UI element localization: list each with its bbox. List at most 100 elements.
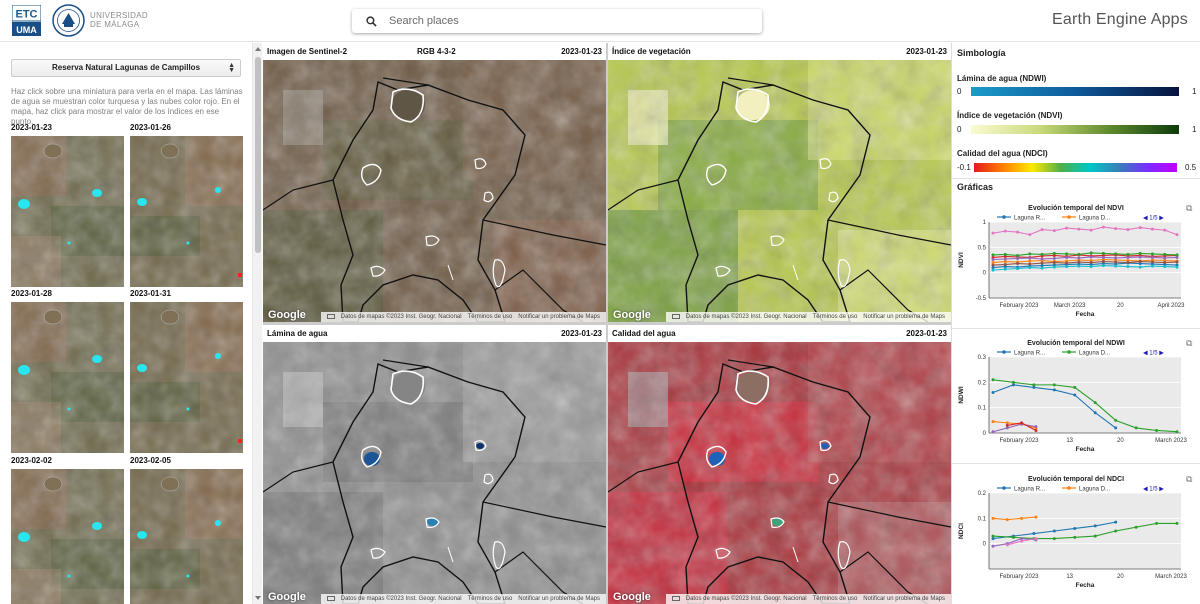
- thumbnail-item[interactable]: 2023-01-28: [11, 289, 124, 453]
- legend-label-ndwi: Lámina de agua (NDWI): [957, 74, 1047, 83]
- chart-ndci[interactable]: Evolución temporal del NDCI Laguna R... La…: [955, 471, 1197, 591]
- scroll-down-icon[interactable]: [255, 596, 261, 600]
- keyboard-icon[interactable]: [326, 595, 335, 601]
- map-title: Lámina de agua: [267, 329, 328, 338]
- data-point: [1077, 264, 1081, 268]
- thumbnail-item[interactable]: 2023-02-02: [11, 456, 124, 604]
- right-panel: Simbología Lámina de agua (NDWI) 0 1 Índ…: [951, 43, 1200, 604]
- expand-chart-icon[interactable]: ⧉: [1186, 338, 1192, 349]
- map-title: Imagen de Sentinel-2: [267, 47, 348, 56]
- terms-link[interactable]: Términos de uso: [813, 314, 858, 320]
- legend-entry: Laguna D...: [1079, 487, 1110, 493]
- thumbnail-image[interactable]: [11, 136, 124, 287]
- thumbnail-image[interactable]: [11, 302, 124, 453]
- map-canvas[interactable]: [263, 60, 606, 322]
- map-date: 2023-01-23: [906, 47, 947, 56]
- map-date: 2023-01-23: [561, 47, 602, 56]
- legend-max: 1: [1192, 87, 1197, 96]
- thumbnail-date: 2023-01-26: [130, 123, 171, 132]
- data-point: [1020, 516, 1024, 520]
- y-tick-label: -0.5: [976, 296, 987, 302]
- data-point: [1155, 521, 1159, 525]
- report-link[interactable]: Notificar un problema de Maps: [518, 314, 600, 320]
- keyboard-icon[interactable]: [671, 595, 680, 601]
- data-point: [1089, 228, 1093, 232]
- legend-page: ◀ 1/5 ▶: [1143, 487, 1164, 493]
- x-tick-label: February 2023: [999, 303, 1039, 309]
- map-canvas[interactable]: [263, 342, 606, 604]
- map-footer: Google Datos de mapas ©2023 Inst. Geogr.…: [608, 309, 951, 322]
- legend-label-ndvi: Índice de vegetación (NDVI): [957, 111, 1063, 120]
- y-tick-label: 0: [983, 542, 987, 548]
- data-point: [1150, 227, 1154, 231]
- y-tick-label: 0.2: [978, 491, 987, 497]
- expand-chart-icon[interactable]: ⧉: [1186, 474, 1192, 485]
- area-select-value: Reserva Natural Lagunas de Campillos: [51, 63, 201, 72]
- thumbnail-image[interactable]: [130, 136, 243, 287]
- map-title: Calidad del agua: [612, 329, 676, 338]
- help-text: Haz click sobre una miniatura para verla…: [11, 87, 243, 126]
- map-panel-ndwi[interactable]: Lámina de agua 2023-01-23 Google Datos d…: [263, 325, 606, 604]
- map-panel-sentinel[interactable]: Imagen de Sentinel-2 RGB 4-3-2 2023-01-2…: [263, 43, 606, 322]
- legend-min: 0: [957, 125, 962, 134]
- y-tick-label: 0.1: [978, 406, 987, 412]
- data-point: [1020, 539, 1024, 543]
- scroll-up-icon[interactable]: [255, 47, 261, 51]
- thumbnail-image[interactable]: [130, 302, 243, 453]
- data-point: [1077, 256, 1081, 260]
- thumbnail-item[interactable]: 2023-01-31: [130, 289, 243, 453]
- area-select[interactable]: Reserva Natural Lagunas de Campillos ▲ ▼: [11, 59, 241, 77]
- y-tick-label: 0.1: [978, 516, 987, 522]
- legend-label-ndci: Calidad del agua (NDCI): [957, 149, 1048, 158]
- app-title[interactable]: Earth Engine Apps: [1052, 11, 1188, 29]
- scrollbar-thumb[interactable]: [255, 57, 261, 253]
- map-canvas[interactable]: [608, 60, 951, 322]
- report-link[interactable]: Notificar un problema de Maps: [863, 314, 945, 320]
- chart-ndwi[interactable]: Evolución temporal del NDWI Laguna R... La…: [955, 335, 1197, 455]
- search-box[interactable]: [352, 9, 762, 33]
- map-canvas[interactable]: [608, 342, 951, 604]
- data-point: [1150, 252, 1154, 256]
- thumbnail-item[interactable]: 2023-01-26: [130, 123, 243, 287]
- google-logo: Google: [613, 591, 651, 603]
- data-point: [1163, 256, 1167, 260]
- data-point: [1028, 266, 1032, 270]
- legend-colorbar-ndwi: [971, 87, 1179, 96]
- expand-chart-icon[interactable]: ⧉: [1186, 203, 1192, 214]
- thumbnail-item[interactable]: 2023-01-23: [11, 123, 124, 287]
- legend-marker: [1067, 486, 1071, 490]
- data-point: [1040, 257, 1044, 261]
- etc-uma-logo: ETC UMA: [12, 5, 41, 36]
- thumbnail-image[interactable]: [130, 469, 243, 604]
- map-panel-ndci[interactable]: Calidad del agua 2023-01-23 Google Datos…: [608, 325, 951, 604]
- legend-title: Simbología: [957, 48, 1006, 58]
- data-point: [1138, 260, 1142, 264]
- map-panel-ndvi[interactable]: Índice de vegetación 2023-01-23 Google D…: [608, 43, 951, 322]
- thumbnail-image[interactable]: [11, 469, 124, 604]
- report-link[interactable]: Notificar un problema de Maps: [518, 596, 600, 602]
- data-point: [1073, 535, 1077, 539]
- thumbnail-item[interactable]: 2023-02-05: [130, 456, 243, 604]
- data-point: [1101, 255, 1105, 259]
- terms-link[interactable]: Términos de uso: [813, 596, 858, 602]
- legend-marker: [1067, 350, 1071, 354]
- search-input[interactable]: [389, 15, 729, 27]
- data-point: [1126, 261, 1130, 265]
- chart-ndvi[interactable]: Evolución temporal del NDVI Laguna R... La…: [955, 200, 1197, 320]
- left-panel-scrollbar[interactable]: [252, 43, 262, 604]
- data-point: [1114, 418, 1118, 422]
- x-tick-label: 13: [1066, 574, 1073, 580]
- data-point: [1040, 261, 1044, 265]
- keyboard-icon[interactable]: [326, 313, 335, 319]
- data-point: [1005, 543, 1009, 547]
- map-footer: Google Datos de mapas ©2023 Inst. Geogr.…: [263, 591, 606, 604]
- terms-link[interactable]: Términos de uso: [468, 314, 513, 320]
- terms-link[interactable]: Términos de uso: [468, 596, 513, 602]
- x-tick-label: March 2023: [1155, 574, 1187, 580]
- charts-title: Gráficas: [957, 182, 994, 192]
- report-link[interactable]: Notificar un problema de Maps: [863, 596, 945, 602]
- data-point: [1032, 383, 1036, 387]
- keyboard-icon[interactable]: [671, 313, 680, 319]
- data-point: [991, 253, 995, 257]
- data-point: [1073, 526, 1077, 530]
